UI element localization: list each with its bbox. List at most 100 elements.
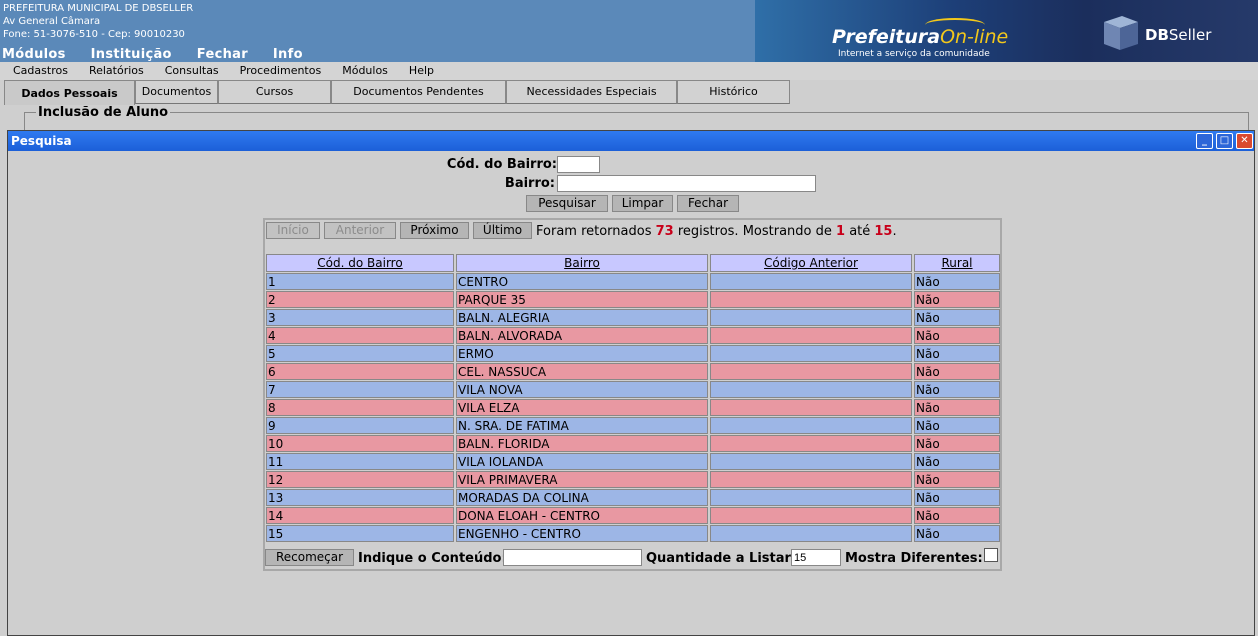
- table-row[interactable]: 7 VILA NOVA Não: [266, 381, 1000, 398]
- tab-dados-pessoais[interactable]: Dados Pessoais: [4, 80, 135, 105]
- cell-cod-bairro[interactable]: 8: [266, 399, 454, 416]
- cod-bairro-input[interactable]: [557, 156, 600, 173]
- nav-info[interactable]: Info: [273, 47, 303, 62]
- col-header-rural[interactable]: Rural: [914, 254, 1000, 272]
- cell-cod-bairro[interactable]: 5: [266, 345, 454, 362]
- tab-historico[interactable]: Histórico: [677, 80, 790, 104]
- cell-codigo-anterior[interactable]: [710, 309, 912, 326]
- cell-codigo-anterior[interactable]: [710, 525, 912, 542]
- cell-bairro[interactable]: CENTRO: [456, 273, 708, 290]
- nav-instituicao[interactable]: Instituição: [91, 47, 172, 62]
- cell-cod-bairro[interactable]: 3: [266, 309, 454, 326]
- minimize-icon[interactable]: _: [1196, 133, 1213, 149]
- cell-bairro[interactable]: BALN. ALVORADA: [456, 327, 708, 344]
- cell-bairro[interactable]: ENGENHO - CENTRO: [456, 525, 708, 542]
- ultimo-button[interactable]: Último: [473, 222, 532, 239]
- cell-cod-bairro[interactable]: 15: [266, 525, 454, 542]
- cell-codigo-anterior[interactable]: [710, 435, 912, 452]
- cell-cod-bairro[interactable]: 11: [266, 453, 454, 470]
- table-row[interactable]: 8 VILA ELZA Não: [266, 399, 1000, 416]
- cell-bairro[interactable]: CEL. NASSUCA: [456, 363, 708, 380]
- table-row[interactable]: 6 CEL. NASSUCA Não: [266, 363, 1000, 380]
- cell-rural[interactable]: Não: [914, 309, 1000, 326]
- cell-bairro[interactable]: BALN. FLORIDA: [456, 435, 708, 452]
- table-row[interactable]: 3 BALN. ALEGRIA Não: [266, 309, 1000, 326]
- table-row[interactable]: 5 ERMO Não: [266, 345, 1000, 362]
- cell-codigo-anterior[interactable]: [710, 381, 912, 398]
- menu-cadastros[interactable]: Cadastros: [13, 62, 68, 80]
- close-icon[interactable]: ✕: [1236, 133, 1253, 149]
- menu-help[interactable]: Help: [409, 62, 434, 80]
- tab-necessidades-especiais[interactable]: Necessidades Especiais: [506, 80, 677, 104]
- col-header-bairro[interactable]: Bairro: [456, 254, 708, 272]
- mostra-diferentes-checkbox[interactable]: [984, 548, 998, 562]
- col-header-codigo-anterior[interactable]: Código Anterior: [710, 254, 912, 272]
- table-row[interactable]: 4 BALN. ALVORADA Não: [266, 327, 1000, 344]
- cell-rural[interactable]: Não: [914, 345, 1000, 362]
- col-header-cod-bairro[interactable]: Cód. do Bairro: [266, 254, 454, 272]
- cell-rural[interactable]: Não: [914, 291, 1000, 308]
- cell-bairro[interactable]: VILA NOVA: [456, 381, 708, 398]
- cell-codigo-anterior[interactable]: [710, 273, 912, 290]
- bairro-input[interactable]: [557, 175, 816, 192]
- table-row[interactable]: 1 CENTRO Não: [266, 273, 1000, 290]
- cell-bairro[interactable]: VILA IOLANDA: [456, 453, 708, 470]
- cell-bairro[interactable]: DONA ELOAH - CENTRO: [456, 507, 708, 524]
- nav-fechar[interactable]: Fechar: [197, 47, 248, 62]
- cell-bairro[interactable]: PARQUE 35: [456, 291, 708, 308]
- table-row[interactable]: 13 MORADAS DA COLINA Não: [266, 489, 1000, 506]
- cell-bairro[interactable]: VILA PRIMAVERA: [456, 471, 708, 488]
- table-row[interactable]: 15 ENGENHO - CENTRO Não: [266, 525, 1000, 542]
- cell-cod-bairro[interactable]: 4: [266, 327, 454, 344]
- cell-codigo-anterior[interactable]: [710, 507, 912, 524]
- cell-bairro[interactable]: VILA ELZA: [456, 399, 708, 416]
- cell-codigo-anterior[interactable]: [710, 291, 912, 308]
- cell-rural[interactable]: Não: [914, 435, 1000, 452]
- cell-bairro[interactable]: N. SRA. DE FATIMA: [456, 417, 708, 434]
- cell-cod-bairro[interactable]: 14: [266, 507, 454, 524]
- cell-bairro[interactable]: ERMO: [456, 345, 708, 362]
- cell-rural[interactable]: Não: [914, 525, 1000, 542]
- cell-cod-bairro[interactable]: 10: [266, 435, 454, 452]
- tab-documentos[interactable]: Documentos: [135, 80, 218, 104]
- proximo-button[interactable]: Próximo: [400, 222, 469, 239]
- cell-codigo-anterior[interactable]: [710, 345, 912, 362]
- cell-cod-bairro[interactable]: 9: [266, 417, 454, 434]
- cell-codigo-anterior[interactable]: [710, 399, 912, 416]
- menu-relatorios[interactable]: Relatórios: [89, 62, 144, 80]
- pesquisar-button[interactable]: Pesquisar: [526, 195, 608, 212]
- limpar-button[interactable]: Limpar: [612, 195, 673, 212]
- cell-rural[interactable]: Não: [914, 417, 1000, 434]
- table-row[interactable]: 9 N. SRA. DE FATIMA Não: [266, 417, 1000, 434]
- quantidade-input[interactable]: [791, 549, 841, 566]
- table-row[interactable]: 12 VILA PRIMAVERA Não: [266, 471, 1000, 488]
- inicio-button[interactable]: Início: [266, 222, 320, 239]
- menu-consultas[interactable]: Consultas: [165, 62, 219, 80]
- cell-codigo-anterior[interactable]: [710, 417, 912, 434]
- cell-codigo-anterior[interactable]: [710, 363, 912, 380]
- cell-codigo-anterior[interactable]: [710, 453, 912, 470]
- cell-rural[interactable]: Não: [914, 471, 1000, 488]
- tab-cursos[interactable]: Cursos: [218, 80, 331, 104]
- fechar-button[interactable]: Fechar: [677, 195, 739, 212]
- menu-procedimentos[interactable]: Procedimentos: [240, 62, 322, 80]
- tab-documentos-pendentes[interactable]: Documentos Pendentes: [331, 80, 506, 104]
- cell-rural[interactable]: Não: [914, 327, 1000, 344]
- cell-cod-bairro[interactable]: 13: [266, 489, 454, 506]
- cell-cod-bairro[interactable]: 7: [266, 381, 454, 398]
- cell-rural[interactable]: Não: [914, 507, 1000, 524]
- maximize-icon[interactable]: □: [1216, 133, 1233, 149]
- table-row[interactable]: 14 DONA ELOAH - CENTRO Não: [266, 507, 1000, 524]
- cell-rural[interactable]: Não: [914, 381, 1000, 398]
- recomecar-button[interactable]: Recomeçar: [265, 549, 354, 566]
- cell-bairro[interactable]: BALN. ALEGRIA: [456, 309, 708, 326]
- nav-modulos[interactable]: Módulos: [2, 47, 66, 62]
- cell-codigo-anterior[interactable]: [710, 471, 912, 488]
- cell-codigo-anterior[interactable]: [710, 327, 912, 344]
- anterior-button[interactable]: Anterior: [324, 222, 396, 239]
- cell-codigo-anterior[interactable]: [710, 489, 912, 506]
- window-title-bar[interactable]: Pesquisa _ □ ✕: [8, 131, 1254, 151]
- cell-cod-bairro[interactable]: 1: [266, 273, 454, 290]
- table-row[interactable]: 11 VILA IOLANDA Não: [266, 453, 1000, 470]
- cell-rural[interactable]: Não: [914, 273, 1000, 290]
